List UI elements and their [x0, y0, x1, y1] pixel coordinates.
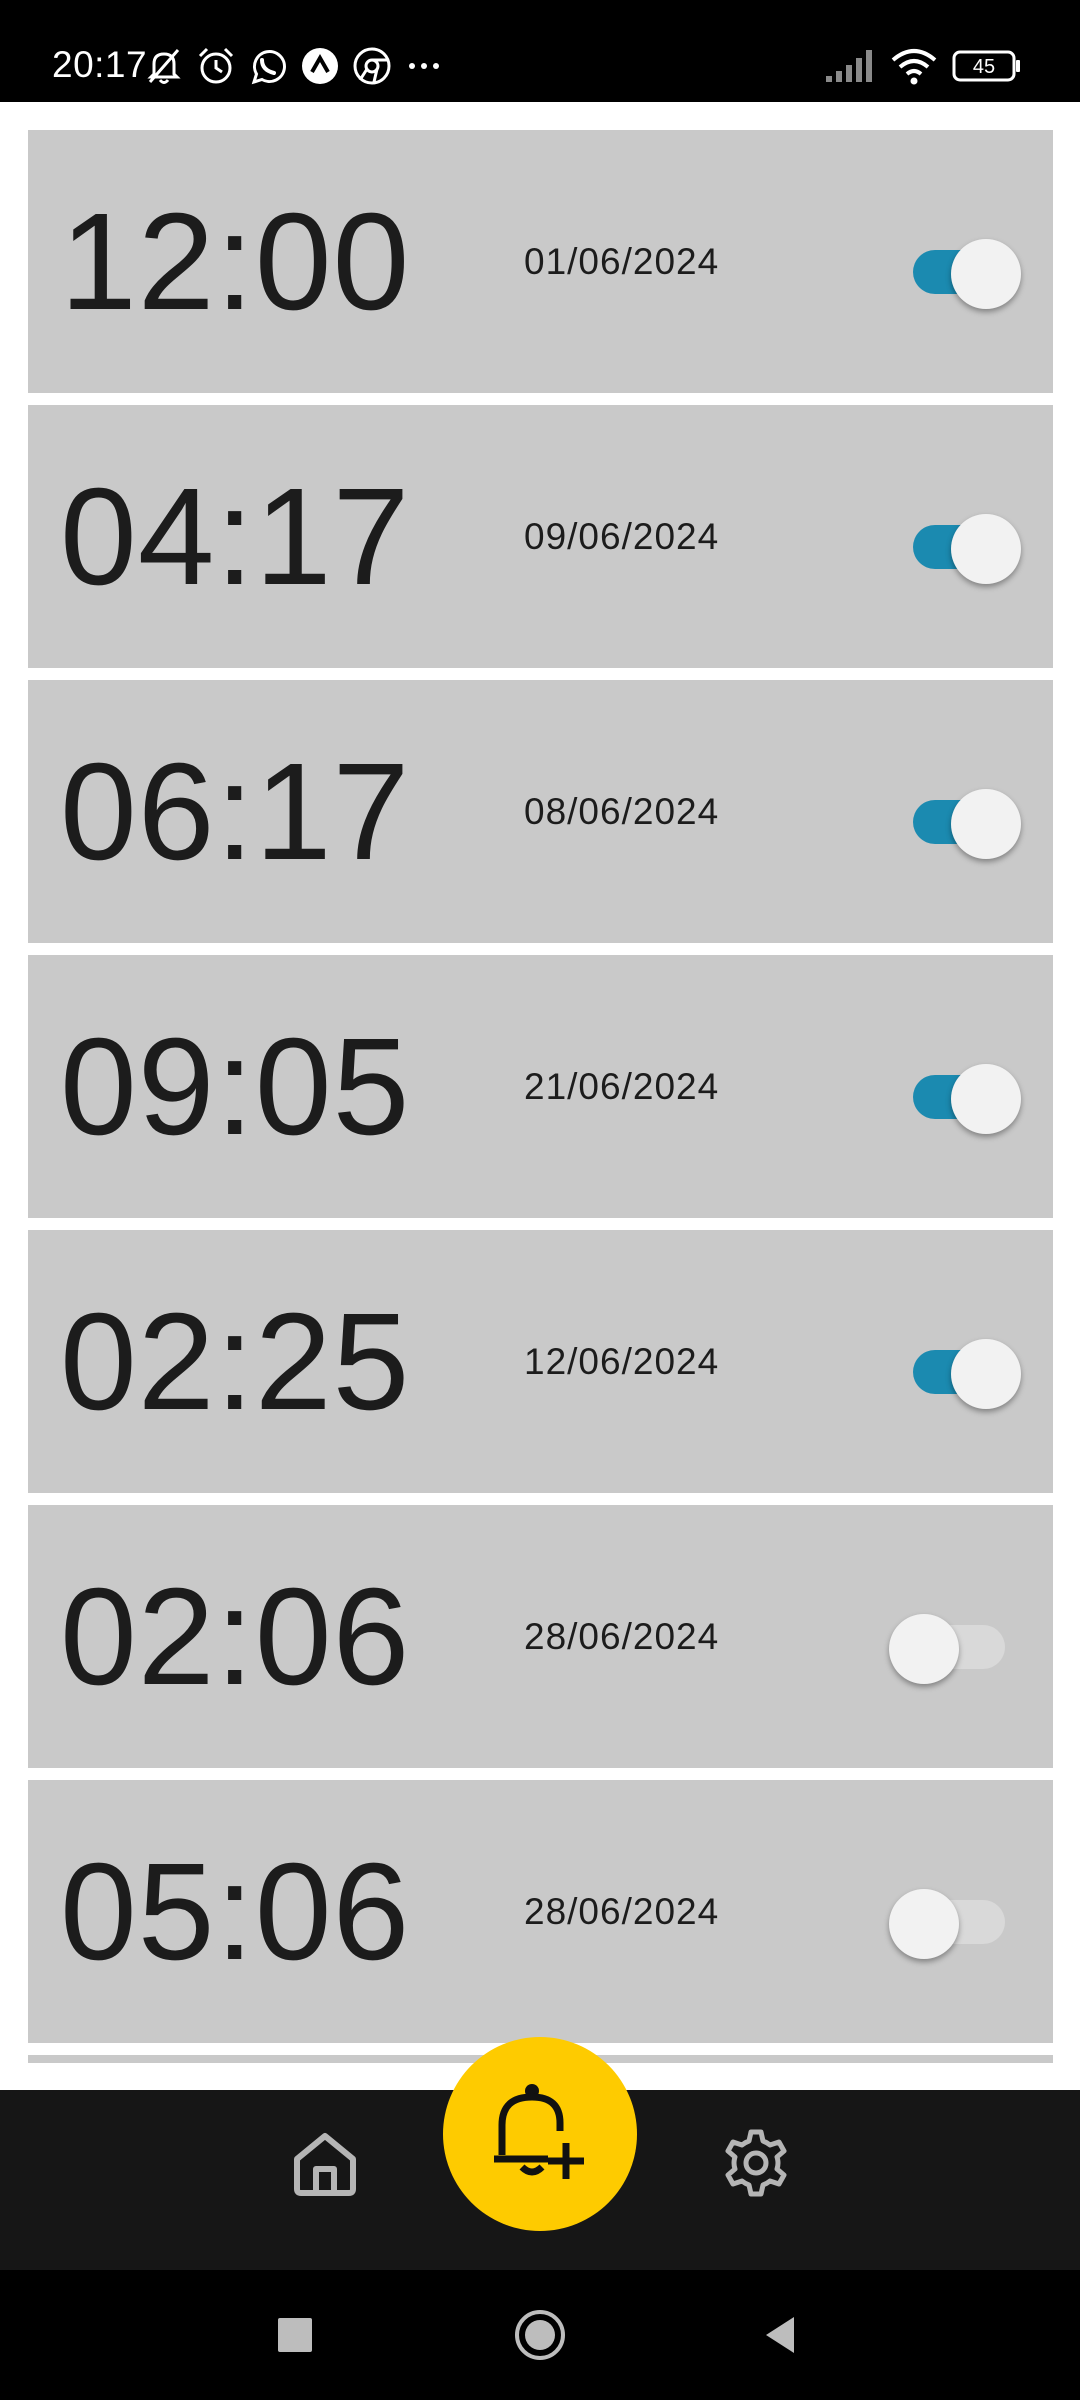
alarm-clock-icon — [198, 47, 234, 84]
toggle-knob — [951, 1338, 1021, 1409]
chrome-icon — [353, 47, 391, 85]
alarm-card[interactable]: 02:25 12/06/2024 — [28, 1230, 1053, 1493]
status-bar: 20:17 45 — [0, 0, 1080, 102]
alarm-date: 21/06/2024 — [524, 1065, 720, 1107]
notification-icons — [142, 44, 446, 88]
alarm-toggle[interactable] — [903, 502, 1021, 584]
recents-button[interactable] — [260, 2300, 330, 2370]
system-home-button[interactable] — [505, 2300, 575, 2370]
alarm-time: 12:00 — [60, 184, 411, 339]
alarm-toggle[interactable] — [889, 1877, 1015, 1959]
alarm-toggle[interactable] — [903, 777, 1021, 859]
battery-level: 45 — [973, 56, 995, 78]
signal-icon — [826, 50, 872, 82]
battery-icon: 45 — [952, 50, 1020, 82]
toggle-knob — [951, 513, 1021, 584]
alarm-time: 02:25 — [60, 1284, 411, 1439]
muted-bell-icon — [147, 49, 181, 84]
alarm-card[interactable]: 02:06 28/06/2024 — [28, 1505, 1053, 1768]
toggle-knob — [951, 1063, 1021, 1134]
home-icon — [294, 2133, 356, 2196]
alarm-date: 28/06/2024 — [524, 1890, 720, 1932]
wifi-icon — [891, 49, 937, 85]
status-time: 20:17 — [52, 44, 148, 85]
system-status-icons: 45 — [824, 44, 1022, 88]
settings-button[interactable] — [711, 2118, 801, 2208]
alarm-time: 02:06 — [60, 1559, 411, 1714]
add-alarm-icon — [494, 2084, 584, 2179]
alarm-date: 08/06/2024 — [524, 790, 720, 832]
alarm-toggle[interactable] — [903, 227, 1021, 309]
toggle-knob — [889, 1613, 959, 1684]
whatsapp-icon — [251, 50, 286, 85]
alarm-time: 06:17 — [60, 734, 411, 889]
toggle-knob — [889, 1888, 959, 1959]
alarm-toggle[interactable] — [903, 1327, 1021, 1409]
alarm-list[interactable]: 12:00 01/06/2024 04:17 09/06/2024 06:17 … — [28, 130, 1053, 2063]
back-triangle-icon — [766, 2317, 794, 2353]
home-button[interactable] — [280, 2118, 370, 2208]
alarm-card[interactable]: 04:17 09/06/2024 — [28, 405, 1053, 668]
toggle-knob — [951, 238, 1021, 309]
alarm-time: 04:17 — [60, 459, 411, 614]
alarm-time: 05:06 — [60, 1834, 411, 1989]
alarm-date: 01/06/2024 — [524, 240, 720, 282]
alarm-date: 28/06/2024 — [524, 1615, 720, 1657]
alarm-card[interactable]: 05:06 28/06/2024 — [28, 1780, 1053, 2043]
back-button[interactable] — [745, 2300, 815, 2370]
alarm-toggle[interactable] — [903, 1052, 1021, 1134]
more-dots-icon — [409, 63, 439, 69]
settings-icon — [725, 2129, 787, 2197]
alarm-date: 12/06/2024 — [524, 1340, 720, 1382]
alarm-card[interactable]: 06:17 08/06/2024 — [28, 680, 1053, 943]
arc-icon — [302, 48, 338, 84]
alarm-time: 09:05 — [60, 1009, 411, 1164]
alarm-date: 09/06/2024 — [524, 515, 720, 557]
toggle-knob — [951, 788, 1021, 859]
add-alarm-button[interactable] — [443, 2037, 637, 2231]
alarm-card[interactable]: 12:00 01/06/2024 — [28, 130, 1053, 393]
recents-icon — [278, 2318, 312, 2352]
home-circle-icon — [515, 2310, 565, 2360]
alarm-toggle[interactable] — [889, 1602, 1015, 1684]
alarm-card[interactable]: 09:05 21/06/2024 — [28, 955, 1053, 1218]
